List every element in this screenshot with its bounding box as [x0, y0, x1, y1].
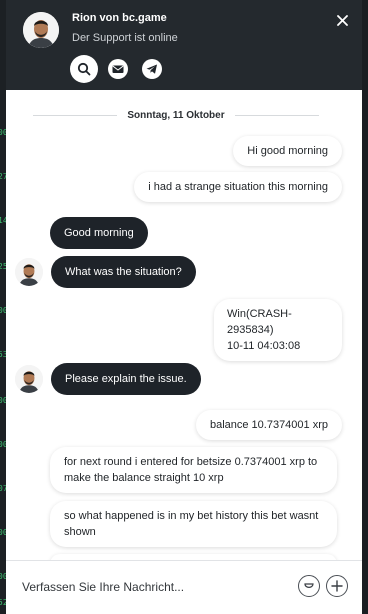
close-button[interactable] [334, 12, 350, 28]
plus-icon [331, 580, 343, 592]
support-chat-widget: Rion von bc.game Der Support ist online [6, 0, 362, 614]
user-message: so what happened is in my bet history th… [50, 501, 337, 547]
agent-avatar-small [15, 365, 43, 393]
agent-message: Please explain the issue. [51, 363, 201, 395]
close-icon [336, 14, 348, 26]
agent-message-row: Please explain the issue. [15, 363, 201, 395]
search-button[interactable] [70, 55, 98, 83]
agent-avatar-small [15, 258, 43, 286]
date-label: Sonntag, 11 Oktober [127, 109, 225, 121]
agent-avatar [23, 12, 59, 48]
telegram-button[interactable] [138, 55, 166, 83]
user-message: for next round i entered for betsize 0.7… [50, 447, 337, 493]
agent-message-row: What was the situation? [15, 256, 196, 288]
email-button[interactable] [104, 55, 132, 83]
user-message: i had a strange situation this morning [134, 172, 342, 202]
telegram-icon [142, 59, 162, 79]
agent-message: What was the situation? [51, 256, 196, 288]
emoji-icon [304, 583, 314, 588]
background-page-right [362, 0, 368, 614]
date-separator: Sonntag, 11 Oktober [33, 107, 319, 123]
user-message: Hi good morning [233, 136, 342, 166]
chat-header: Rion von bc.game Der Support ist online [6, 0, 362, 90]
email-icon [108, 59, 128, 79]
agent-status: Der Support ist online [72, 32, 178, 44]
message-input[interactable] [22, 575, 282, 599]
header-actions [70, 55, 166, 83]
message-composer [6, 560, 362, 614]
search-icon [77, 62, 91, 76]
agent-message: Good morning [50, 217, 148, 249]
emoji-button[interactable] [298, 575, 320, 597]
user-message: Win(CRASH-2935834) 10-11 04:03:08 [214, 299, 342, 361]
message-list[interactable]: Sonntag, 11 Oktober Hi good morning i ha… [6, 90, 362, 560]
add-attachment-button[interactable] [326, 575, 348, 597]
user-message: balance 10.7374001 xrp [195, 410, 342, 440]
agent-name: Rion von bc.game [72, 12, 167, 24]
